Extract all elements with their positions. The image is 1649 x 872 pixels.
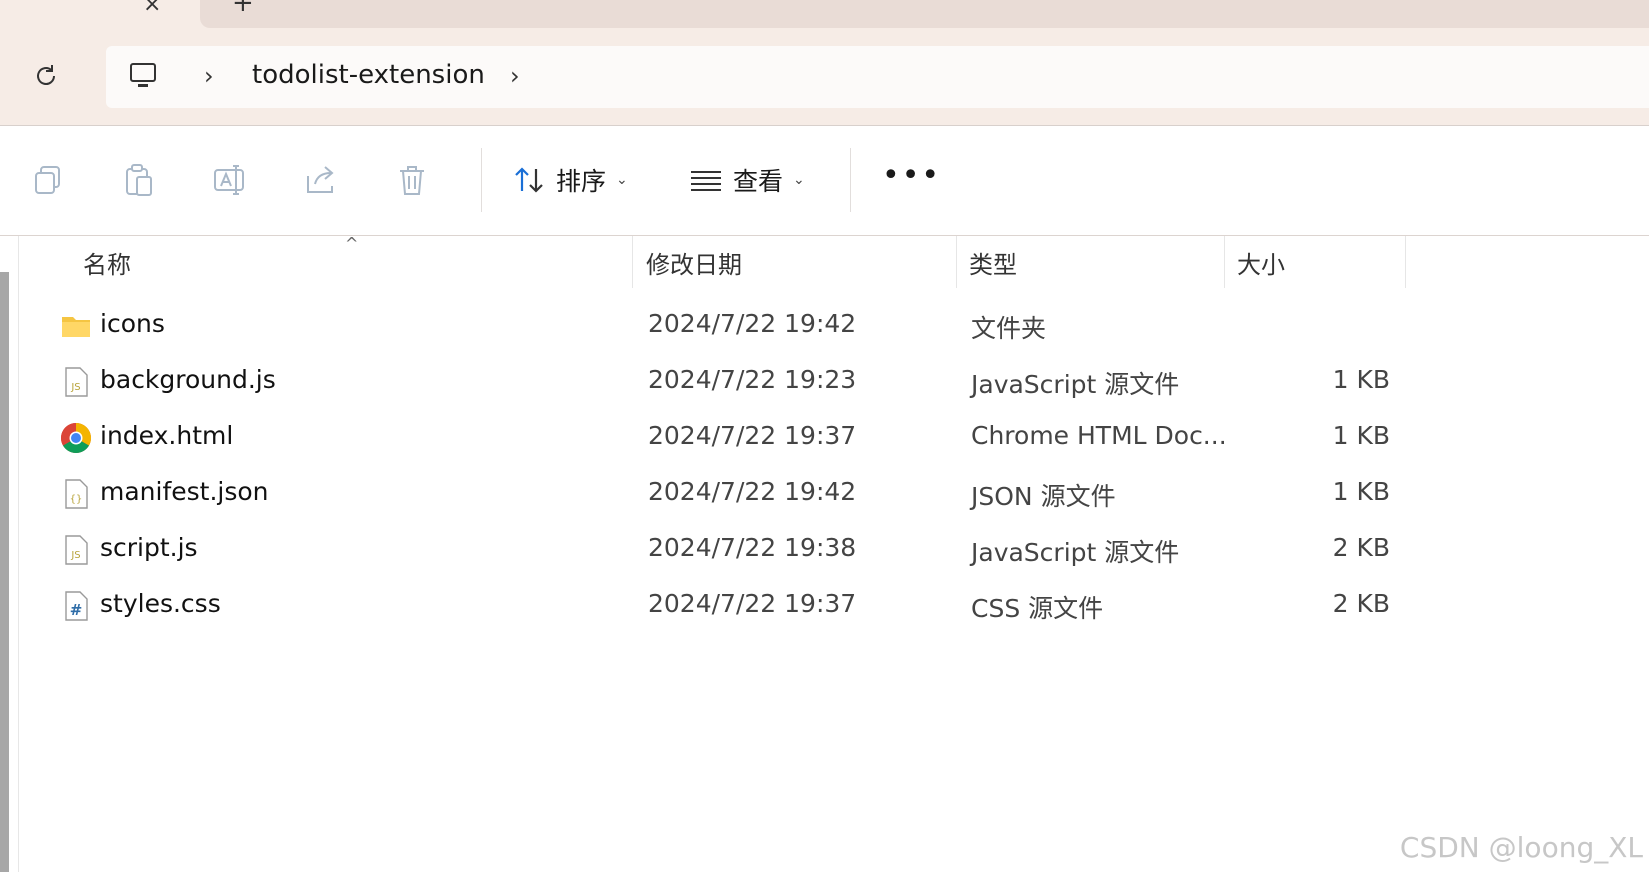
- sort-label: 排序: [556, 167, 607, 196]
- file-name[interactable]: script.js: [100, 533, 198, 562]
- new-tab-icon[interactable]: +: [232, 0, 254, 18]
- view-label: 查看: [733, 167, 784, 196]
- file-name[interactable]: background.js: [100, 365, 276, 394]
- breadcrumb[interactable]: › todolist-extension ›: [106, 46, 1649, 108]
- file-type: JavaScript 源文件: [971, 538, 1180, 567]
- copy-icon[interactable]: [30, 162, 66, 198]
- rename-icon[interactable]: [212, 162, 248, 198]
- file-row[interactable]: # styles.css 2024/7/22 19:37 CSS 源文件 2 K…: [20, 578, 1410, 634]
- breadcrumb-separator[interactable]: ›: [204, 62, 214, 90]
- file-row[interactable]: JS script.js 2024/7/22 19:38 JavaScript …: [20, 522, 1410, 578]
- toolbar-divider: [481, 148, 482, 212]
- svg-text:JS: JS: [70, 550, 80, 561]
- chevron-down-icon: ⌄: [793, 172, 805, 188]
- share-icon[interactable]: [303, 162, 339, 198]
- chevron-down-icon: ⌄: [616, 172, 628, 188]
- column-header-size[interactable]: 大小: [1237, 236, 1397, 288]
- svg-text:{}: {}: [70, 494, 83, 505]
- command-bar: 排序 ⌄ 查看 ⌄ •••: [0, 126, 1649, 236]
- column-header-modified[interactable]: 修改日期: [646, 236, 946, 288]
- file-size: 1 KB: [1332, 365, 1390, 394]
- column-divider[interactable]: [956, 236, 957, 288]
- folder-icon: [62, 317, 90, 337]
- sort-icon: [515, 167, 543, 193]
- file-explorer-window: × + › todolist-extension › 排序 ⌄ 查看 ⌄ •••…: [0, 0, 1649, 872]
- refresh-icon: [37, 65, 55, 85]
- svg-text:JS: JS: [70, 382, 80, 393]
- close-tab-icon[interactable]: ×: [143, 0, 161, 17]
- breadcrumb-folder[interactable]: todolist-extension: [252, 60, 485, 90]
- file-modified: 2024/7/22 19:37: [648, 421, 857, 450]
- address-bar: › todolist-extension ›: [0, 30, 1649, 126]
- file-row[interactable]: JS background.js 2024/7/22 19:23 JavaScr…: [20, 354, 1410, 410]
- breadcrumb-separator[interactable]: ›: [510, 62, 520, 90]
- file-type: CSS 源文件: [971, 594, 1104, 623]
- paste-icon[interactable]: [121, 162, 157, 198]
- file-list: ^ 名称 修改日期 类型 大小 icons 2024/7/22 19:42 文件…: [0, 234, 1649, 872]
- css-file-icon: #: [65, 591, 88, 621]
- file-size: 1 KB: [1332, 421, 1390, 450]
- file-row[interactable]: index.html 2024/7/22 19:37 Chrome HTML D…: [20, 410, 1410, 466]
- column-divider[interactable]: [1405, 236, 1406, 288]
- file-modified: 2024/7/22 19:37: [648, 589, 857, 618]
- file-type: Chrome HTML Doc...: [971, 421, 1227, 450]
- pane-divider: [18, 236, 19, 872]
- file-row[interactable]: {} manifest.json 2024/7/22 19:42 JSON 源文…: [20, 466, 1410, 522]
- file-modified: 2024/7/22 19:42: [648, 477, 857, 506]
- view-button[interactable]: 查看 ⌄: [689, 156, 805, 204]
- file-size: 2 KB: [1332, 589, 1390, 618]
- refresh-button[interactable]: [30, 60, 62, 92]
- file-modified: 2024/7/22 19:42: [648, 309, 857, 338]
- toolbar-divider: [850, 148, 851, 212]
- file-row[interactable]: icons 2024/7/22 19:42 文件夹: [20, 298, 1410, 354]
- tab-strip: × +: [0, 0, 1649, 30]
- new-tab-area[interactable]: [200, 0, 1649, 28]
- more-options-button[interactable]: •••: [882, 161, 941, 191]
- this-pc-icon[interactable]: [128, 61, 158, 91]
- file-name[interactable]: index.html: [100, 421, 233, 450]
- file-modified: 2024/7/22 19:38: [648, 533, 857, 562]
- chrome-html-icon: [60, 423, 92, 454]
- sort-button[interactable]: 排序 ⌄: [512, 156, 628, 204]
- watermark: CSDN @loong_XL: [1399, 831, 1643, 864]
- file-name[interactable]: styles.css: [100, 589, 221, 618]
- json-file-icon: {}: [65, 479, 88, 509]
- file-name[interactable]: manifest.json: [100, 477, 269, 506]
- file-type: 文件夹: [971, 314, 1047, 343]
- view-list-icon: [691, 171, 721, 191]
- column-header-type[interactable]: 类型: [969, 236, 1219, 288]
- file-size: 1 KB: [1332, 477, 1390, 506]
- file-name[interactable]: icons: [100, 309, 165, 338]
- delete-icon[interactable]: [394, 162, 430, 198]
- file-type: JSON 源文件: [971, 482, 1116, 511]
- js-file-icon: JS: [65, 535, 88, 565]
- file-type: JavaScript 源文件: [971, 370, 1180, 399]
- column-header-name[interactable]: 名称: [83, 236, 628, 288]
- file-modified: 2024/7/22 19:23: [648, 365, 857, 394]
- navigation-pane-edge[interactable]: [0, 272, 9, 872]
- js-file-icon: JS: [65, 367, 88, 397]
- column-divider[interactable]: [1224, 236, 1225, 288]
- file-size: 2 KB: [1332, 533, 1390, 562]
- svg-text:#: #: [70, 601, 83, 619]
- column-divider[interactable]: [632, 236, 633, 288]
